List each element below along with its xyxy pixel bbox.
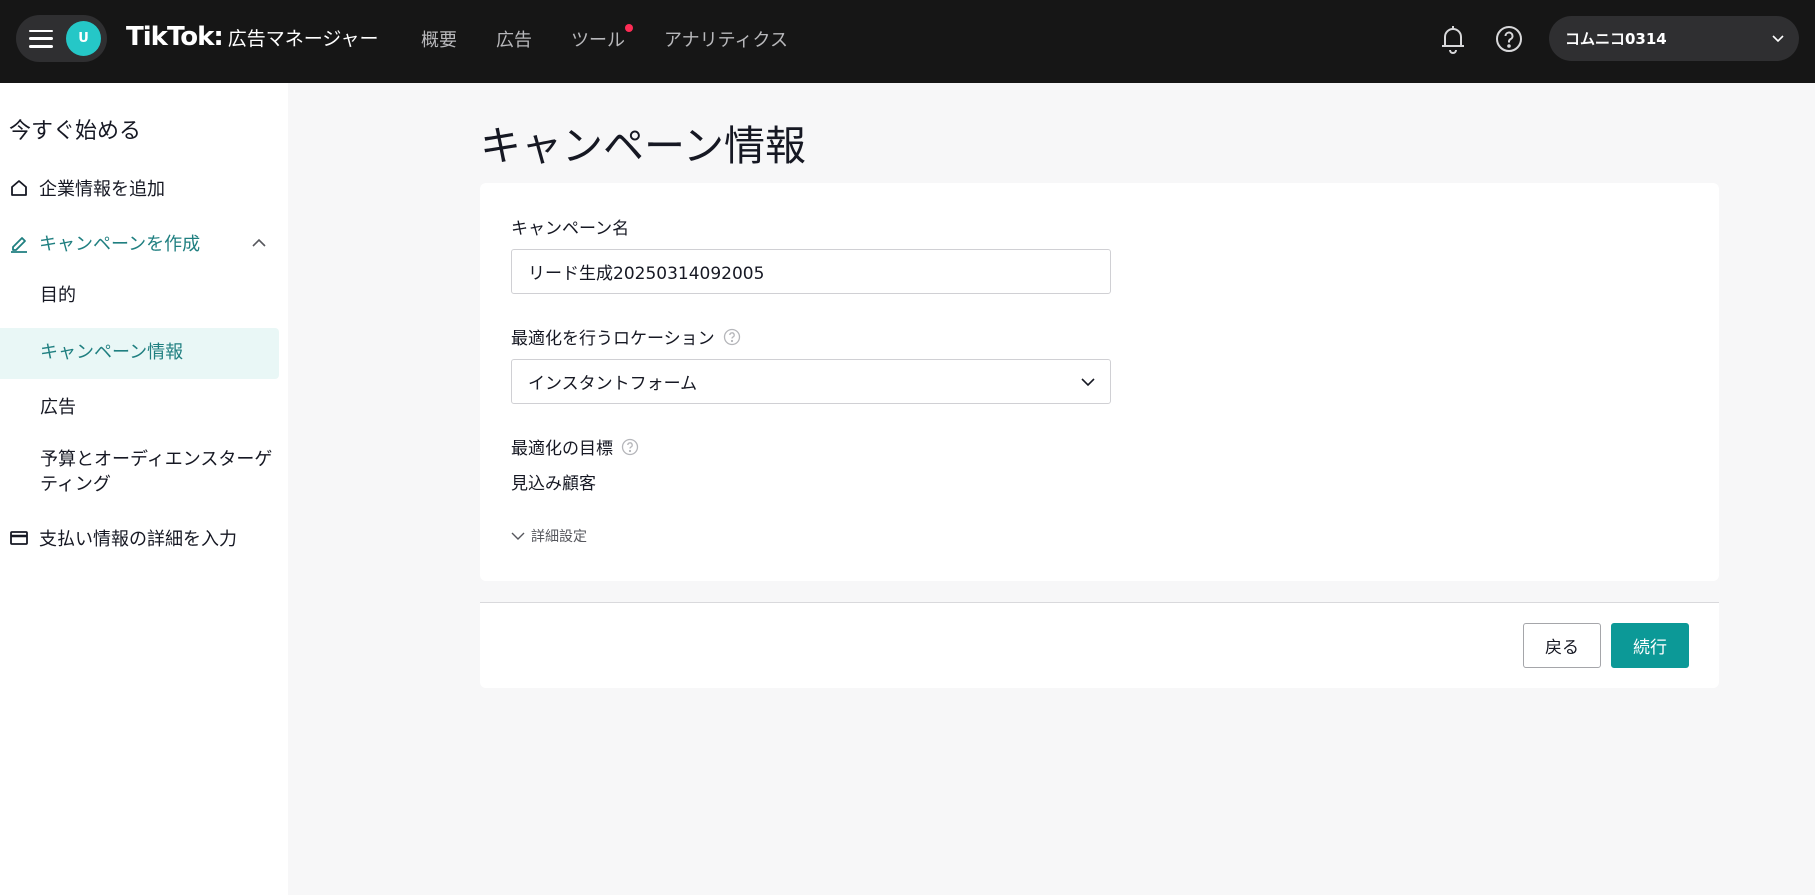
sidebar-item-label: 企業情報を追加 <box>39 179 165 200</box>
sidebar-item-business-info[interactable]: 企業情報を追加 <box>0 175 279 201</box>
menu-pill[interactable]: U <box>16 15 107 62</box>
goal-value: 見込み顧客 <box>511 474 596 494</box>
location-label-text: 最適化を行うロケーション <box>511 329 715 349</box>
advanced-settings-label: 詳細設定 <box>531 529 587 545</box>
sidebar-item-label: キャンペーンを作成 <box>39 234 201 255</box>
sidebar-subitem-label-line1: 予算とオーディエンスターゲ <box>40 449 273 470</box>
back-button[interactable]: 戻る <box>1523 623 1601 668</box>
brand-subtitle: 広告マネージャー <box>227 28 379 50</box>
chevron-down-icon <box>1081 378 1095 387</box>
help-icon[interactable] <box>1495 25 1523 53</box>
account-name: コムニコ0314 <box>1565 30 1667 48</box>
top-bar: U TikTok : 広告マネージャー 概要 広告 ツール アナリティクス コム… <box>0 0 1815 83</box>
nav-tools[interactable]: ツール <box>571 24 633 52</box>
hamburger-menu-icon[interactable] <box>29 29 53 48</box>
notification-dot <box>625 24 633 32</box>
location-selected-value: インスタントフォーム <box>528 374 698 394</box>
account-switcher[interactable]: コムニコ0314 <box>1549 16 1799 61</box>
advanced-settings-toggle[interactable]: 詳細設定 <box>511 526 587 546</box>
help-circle-icon[interactable] <box>621 438 639 456</box>
chevron-down-icon <box>511 532 525 540</box>
page-title: キャンペーン情報 <box>480 122 806 170</box>
continue-button[interactable]: 続行 <box>1611 623 1689 668</box>
nav-ads[interactable]: 広告 <box>496 26 532 52</box>
help-circle-icon[interactable] <box>723 328 741 346</box>
brand-logo[interactable]: TikTok : 広告マネージャー <box>126 22 378 52</box>
sidebar-subitem-objective[interactable]: 目的 <box>40 283 76 308</box>
main-nav: 概要 広告 ツール アナリティクス <box>421 24 827 52</box>
sidebar-subitem-label-line2: ティング <box>40 474 111 495</box>
credit-card-icon <box>10 531 28 545</box>
bell-icon[interactable] <box>1440 24 1466 54</box>
sidebar-subitem-campaign-info[interactable]: キャンペーン情報 <box>40 340 183 365</box>
campaign-name-label-text: キャンペーン名 <box>511 219 630 239</box>
campaign-name-label: キャンペーン名 <box>511 214 629 239</box>
campaign-name-input[interactable] <box>511 249 1111 294</box>
home-icon <box>11 180 27 196</box>
sidebar-item-label: 支払い情報の詳細を入力 <box>39 529 237 550</box>
brand-name: TikTok <box>126 22 214 52</box>
sidebar-item-create-campaign[interactable]: キャンペーンを作成 <box>0 230 279 256</box>
avatar[interactable]: U <box>66 21 101 56</box>
location-label: 最適化を行うロケーション <box>511 324 741 349</box>
goal-label: 最適化の目標 <box>511 434 639 459</box>
nav-overview[interactable]: 概要 <box>421 26 457 52</box>
sidebar-title: 今すぐ始める <box>9 119 142 144</box>
nav-analytics[interactable]: アナリティクス <box>664 26 788 52</box>
chevron-up-icon[interactable] <box>251 236 267 250</box>
sidebar-subitem-ads[interactable]: 広告 <box>40 395 76 420</box>
sidebar-subitem-budget-targeting[interactable]: 予算とオーディエンスターゲ ティング <box>40 447 272 497</box>
goal-label-text: 最適化の目標 <box>511 439 613 459</box>
nav-tools-label: ツール <box>571 30 625 51</box>
sidebar-item-payment[interactable]: 支払い情報の詳細を入力 <box>0 525 279 551</box>
brand-colon: : <box>213 22 224 52</box>
pencil-icon <box>11 237 27 253</box>
chevron-down-icon <box>1772 35 1784 43</box>
sidebar: 今すぐ始める 企業情報を追加 キャンペーンを作成 目的 キャンペーン情報 広告 … <box>0 83 288 895</box>
location-select[interactable]: インスタントフォーム <box>511 359 1111 404</box>
